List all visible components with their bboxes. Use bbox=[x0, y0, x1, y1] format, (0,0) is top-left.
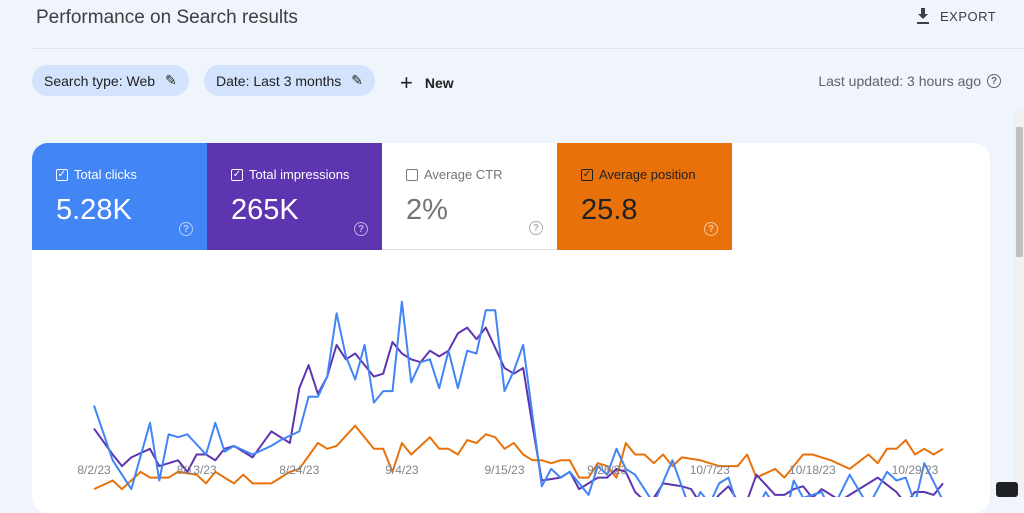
x-tick-label: 10/7/23 bbox=[689, 463, 730, 477]
x-tick-label: 10/18/23 bbox=[789, 463, 836, 477]
x-tick-label: 8/2/23 bbox=[77, 463, 111, 477]
x-tick-label: 9/4/23 bbox=[385, 463, 419, 477]
scrollbar-thumb[interactable] bbox=[1016, 127, 1023, 257]
x-tick-label: 9/15/23 bbox=[484, 463, 525, 477]
x-tick-label: 9/26/23 bbox=[587, 463, 628, 477]
feedback-icon[interactable] bbox=[996, 482, 1018, 497]
x-tick-label: 10/29/23 bbox=[891, 463, 939, 477]
performance-line-chart bbox=[93, 300, 944, 497]
series-line-average-position bbox=[93, 424, 944, 491]
x-tick-label: 8/24/23 bbox=[279, 463, 320, 477]
x-tick-label: 8/13/23 bbox=[176, 463, 217, 477]
